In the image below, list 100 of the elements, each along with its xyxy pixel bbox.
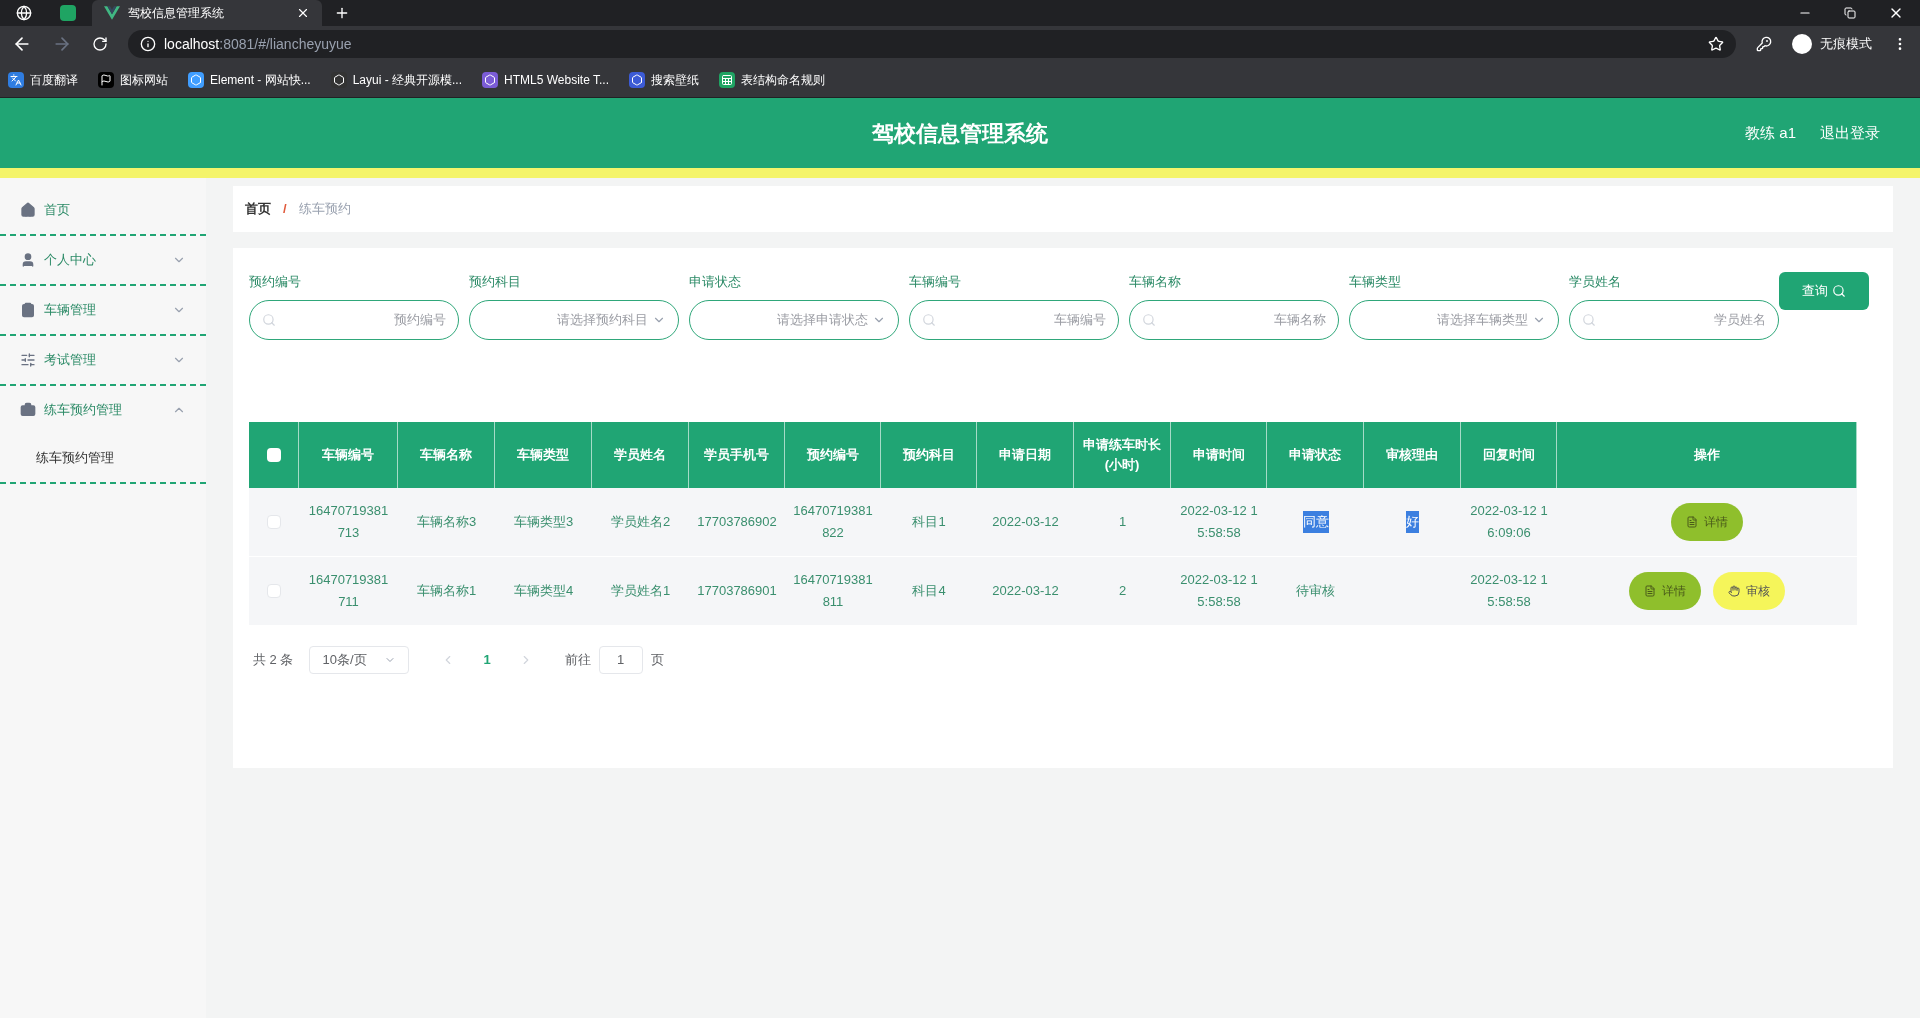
search-icon [1832, 284, 1846, 298]
browser-tab[interactable]: 驾校信息管理系统 [92, 0, 322, 26]
total-count: 共 2 条 [253, 650, 294, 669]
filter-label: 学员姓名 [1569, 273, 1622, 291]
table-cell-text: 2022-03-12 16:09:06 [1469, 501, 1549, 542]
bookmark[interactable]: HTML5 Website T... [482, 70, 609, 89]
bookmark-star-icon[interactable] [1708, 36, 1724, 52]
sidebar-item[interactable]: 车辆管理 [0, 286, 206, 334]
row-checkbox[interactable] [267, 514, 281, 529]
row-checkbox[interactable] [267, 583, 281, 598]
table-header-cell: 车辆名称 [398, 421, 495, 488]
globe-icon [16, 5, 32, 21]
table-header-cell: 申请状态 [1267, 421, 1364, 488]
breadcrumb-separator: / [282, 200, 288, 219]
table-cell-text: 科目4 [912, 581, 946, 600]
menu-item-icon [20, 402, 36, 418]
select-all-checkbox[interactable] [266, 447, 281, 462]
bookmark-icon [8, 71, 24, 88]
table-cell-text: 1 [1118, 512, 1127, 531]
bookmark[interactable]: Element - 网站快... [188, 70, 311, 89]
sidebar-item[interactable]: 考试管理 [0, 336, 206, 384]
reload-icon[interactable] [92, 36, 108, 52]
app-title: 驾校信息管理系统 [872, 119, 1048, 148]
breadcrumb-item: 练车预约 [298, 200, 351, 219]
table-cell-text: 2022-03-12 [992, 512, 1059, 531]
detail-button[interactable]: 详情 [1629, 571, 1701, 610]
search-icon [922, 312, 936, 327]
table-cell-text: 16470719381711 [307, 570, 390, 611]
query-button[interactable]: 查询 [1779, 272, 1869, 310]
user-name: 教练 a1 [1745, 122, 1796, 143]
logout-link[interactable]: 退出登录 [1820, 121, 1880, 145]
table-cell-text: 16470719381822 [793, 501, 873, 542]
table-header-cell: 车辆编号 [299, 421, 398, 488]
incognito-badge[interactable]: 无痕模式 [1792, 34, 1872, 54]
table-cell-text: 学员姓名2 [610, 512, 671, 531]
table-cell-text: 车辆类型3 [513, 512, 574, 531]
bookmark-icon [482, 71, 499, 88]
bookmark[interactable]: Layui - 经典开源模... [330, 70, 463, 89]
table-cell-text: 17703786902 [697, 512, 777, 531]
table-header-cell: 回复时间 [1461, 421, 1557, 488]
filter-label: 申请状态 [689, 273, 742, 291]
submenu-item[interactable]: 练车预约管理 [0, 434, 206, 482]
page-input[interactable]: 1 [598, 645, 643, 674]
table-header-cell: 申请练车时长(小时) [1074, 421, 1171, 488]
document-icon [1686, 515, 1698, 528]
review-button[interactable]: 审核 [1713, 571, 1785, 610]
table-header-cell: 审核理由 [1364, 421, 1461, 488]
hand-icon [1728, 584, 1740, 597]
page-number[interactable]: 1 [471, 649, 503, 670]
restore-icon[interactable] [1844, 7, 1856, 19]
table-cell-text: 2 [1118, 581, 1127, 600]
table-header-cell: 预约科目 [881, 421, 977, 488]
new-tab-icon[interactable] [334, 5, 350, 21]
menu-item-icon [20, 202, 36, 218]
bookmark[interactable]: 百度翻译 [8, 70, 78, 89]
page-suffix: 页 [650, 650, 664, 669]
table-cell: 好 [1406, 510, 1419, 533]
table-cell-text: 待审核 [1296, 581, 1335, 600]
table-cell-text: 科目1 [912, 512, 946, 531]
table-cell-text: 2022-03-12 [992, 581, 1059, 600]
sidebar-item[interactable]: 练车预约管理 [0, 386, 206, 434]
menu-item-icon [20, 302, 36, 318]
bookmark[interactable]: 搜索壁纸 [629, 70, 699, 89]
table-header-cell: 车辆类型 [495, 421, 592, 488]
sidebar-item[interactable]: 个人中心 [0, 236, 206, 284]
sidebar-item[interactable]: 首页 [0, 186, 206, 234]
close-icon[interactable] [296, 6, 310, 20]
menu-item-icon [20, 352, 36, 368]
bookmark-icon [629, 71, 645, 88]
bookmark-icon [98, 71, 114, 88]
table-cell-text: 17703786901 [697, 581, 777, 600]
table-header-cell: 操作 [1557, 421, 1857, 488]
table-cell-text: 2022-03-12 15:58:58 [1469, 570, 1549, 611]
table-cell-text: 学员姓名1 [610, 581, 671, 600]
bookmark-icon [719, 71, 735, 88]
address-bar[interactable]: localhost:8081/#/liancheyuyue [128, 30, 1736, 58]
table-cell-text: 车辆名称3 [416, 512, 477, 531]
document-icon [1644, 584, 1656, 597]
search-icon [1142, 312, 1156, 327]
filter-label: 车辆名称 [1129, 273, 1182, 291]
sheet-tab-icon[interactable] [60, 5, 76, 21]
bookmark-icon [330, 71, 347, 88]
filter-label: 预约编号 [249, 273, 302, 291]
table-cell: 同意 [1302, 510, 1329, 533]
table-header-cell: 预约编号 [785, 421, 881, 488]
info-icon [140, 36, 156, 52]
table-cell-text: 2022-03-12 15:58:58 [1179, 570, 1259, 611]
breadcrumb-item[interactable]: 首页 [245, 199, 271, 219]
logo-icon [104, 5, 120, 21]
bookmark-icon [188, 71, 204, 88]
table-cell-text: 车辆名称1 [416, 581, 477, 600]
menu-item-icon [20, 252, 36, 268]
table-header-cell: 申请时间 [1171, 421, 1267, 488]
page-size-select[interactable]: 10条/页 [309, 645, 410, 674]
search-icon [262, 312, 276, 327]
key-icon[interactable] [1756, 36, 1772, 52]
detail-button[interactable]: 详情 [1671, 502, 1743, 541]
bookmark[interactable]: 表结构命名规则 [719, 70, 825, 89]
bookmark[interactable]: 图标网站 [98, 70, 168, 89]
table-cell-text: 车辆类型4 [513, 581, 574, 600]
